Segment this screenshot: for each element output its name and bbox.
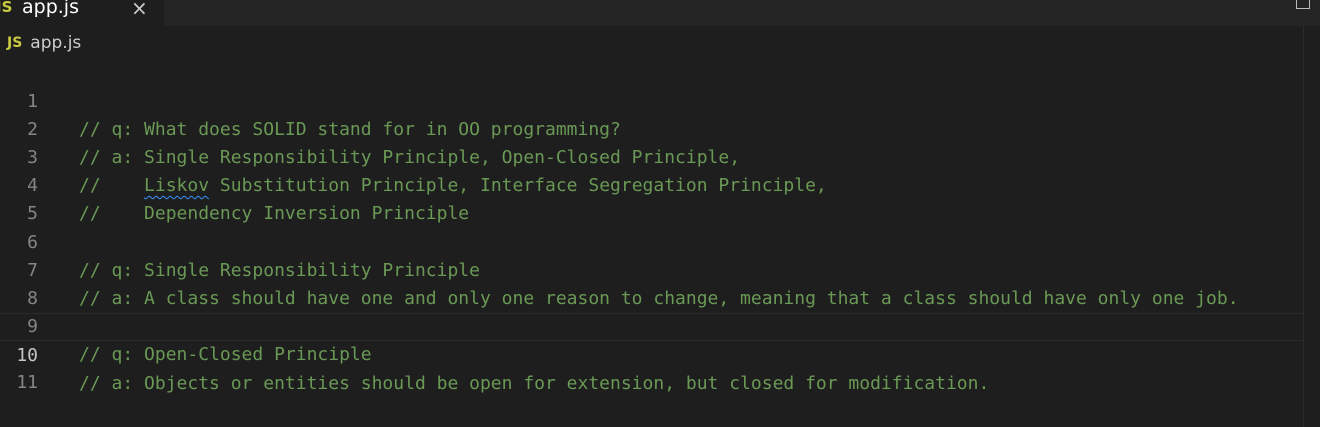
editor-window: JS app.js × JS app.js 1 // q: What does … [0, 0, 1320, 427]
code-line[interactable]: 8 [0, 257, 1304, 309]
tab-label: app.js [22, 0, 79, 18]
js-file-icon: JS [7, 35, 23, 51]
code-line[interactable]: 3 // Liskov Substitution Principle, Inte… [0, 116, 1304, 196]
line-text[interactable]: // a: Objects or entities should be open… [79, 370, 989, 398]
code-editor[interactable]: 1 // q: What does SOLID stand for in OO … [0, 60, 1320, 427]
code-line[interactable]: 7 // a: A class should have one and only… [0, 229, 1304, 309]
code-line-active[interactable]: 10 // a: Objects or entities should be o… [0, 313, 1304, 394]
code-line[interactable]: 4 // Dependency Inversion Principle [0, 144, 1304, 224]
code-line[interactable]: 1 // q: What does SOLID stand for in OO … [0, 60, 1304, 140]
code-line[interactable]: 11 [0, 341, 1304, 393]
vertical-scrollbar[interactable] [1303, 26, 1320, 427]
code-line[interactable]: 5 [0, 172, 1304, 224]
split-editor-icon[interactable] [1296, 0, 1310, 9]
close-icon[interactable]: × [131, 0, 148, 20]
code-line[interactable]: 9 // q: Open-Closed Principle [0, 285, 1304, 365]
code-line[interactable]: 2 // a: Single Responsibility Principle,… [0, 88, 1304, 168]
tab-bar: JS app.js × [0, 0, 1320, 26]
tab-app-js[interactable]: JS app.js × [0, 0, 164, 26]
js-file-icon: JS [0, 0, 13, 16]
code-line[interactable]: 6 // q: Single Responsibility Principle [0, 201, 1304, 281]
breadcrumb-file[interactable]: app.js [30, 33, 81, 53]
line-number: 11 [16, 372, 38, 393]
breadcrumb: JS app.js [0, 26, 1320, 60]
